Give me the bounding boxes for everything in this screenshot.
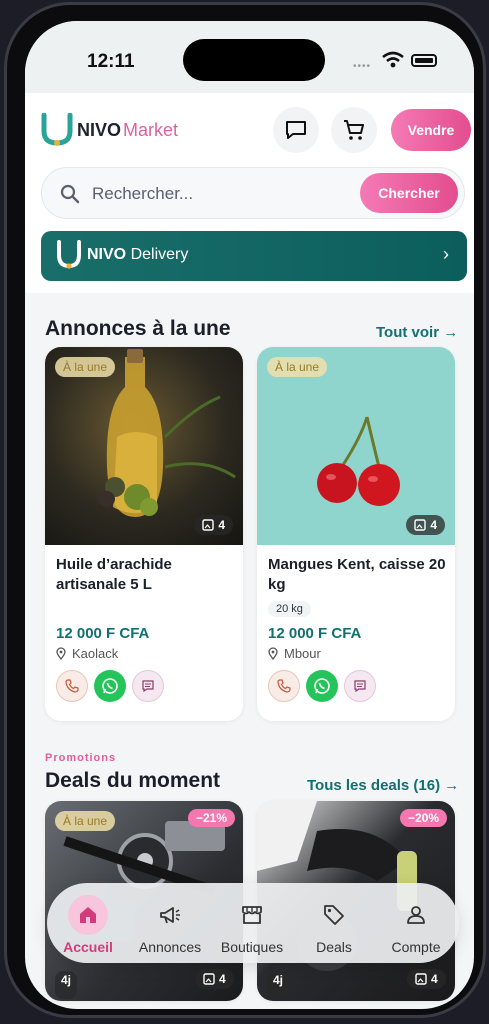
- nivo-logo-icon: [41, 113, 73, 146]
- megaphone-icon: [150, 895, 190, 935]
- cart-icon: [344, 120, 364, 140]
- battery-icon: [411, 54, 437, 67]
- gallery-icon: [414, 519, 427, 531]
- promotions-label: Promotions: [45, 752, 117, 764]
- featured-badge: À la une: [55, 811, 116, 831]
- tab-label: Accueil: [63, 939, 113, 955]
- listing-price: 12 000 F CFA: [56, 625, 150, 642]
- nivo-delivery-banner[interactable]: NIVO Delivery ›: [41, 231, 467, 281]
- cart-button[interactable]: [331, 107, 377, 153]
- search-button[interactable]: Chercher: [360, 173, 458, 213]
- deals-see-all-link[interactable]: Tous les deals (16) →: [307, 777, 459, 794]
- gallery-icon: [203, 973, 215, 985]
- whatsapp-icon: [102, 678, 118, 694]
- featured-badge: À la une: [55, 357, 116, 377]
- tab-accueil[interactable]: Accueil: [47, 883, 129, 963]
- photo-count-badge: 4: [406, 515, 445, 535]
- listing-image-cherries: À la une 4: [257, 347, 455, 545]
- chat-icon: [286, 121, 306, 139]
- location-pin-icon: [56, 647, 66, 660]
- deal-age-badge: 4j: [267, 971, 290, 999]
- search-bar[interactable]: Rechercher... Chercher: [41, 167, 465, 219]
- tab-label: Annonces: [138, 939, 202, 955]
- whatsapp-button[interactable]: [94, 670, 126, 702]
- tab-deals[interactable]: Deals: [293, 883, 375, 963]
- signal-icon: ••••: [353, 61, 372, 72]
- call-button[interactable]: [268, 670, 300, 702]
- message-icon: [142, 680, 154, 693]
- store-icon: [232, 895, 272, 935]
- tag-icon: [314, 895, 354, 935]
- tab-compte[interactable]: Compte: [375, 883, 457, 963]
- deals-section-title: Deals du moment: [45, 769, 221, 792]
- listing-location: Mbour: [268, 646, 321, 661]
- home-icon: [68, 895, 108, 935]
- photo-count-badge: 4: [194, 515, 233, 535]
- logo-nivo-text: NIVO: [77, 119, 122, 140]
- listing-card[interactable]: À la une 4 Mangues Kent, caisse 20 kg 20…: [257, 347, 455, 721]
- app-screen: 12:11 •••• NIVO Market Vendre Rechercher…: [25, 21, 474, 1009]
- deal-age-badge: 4j: [55, 971, 78, 999]
- photo-count-badge: 4: [407, 969, 446, 989]
- delivery-label: NIVO Delivery: [87, 246, 189, 263]
- whatsapp-button[interactable]: [306, 670, 338, 702]
- nivo-logo-icon: [57, 240, 81, 269]
- listing-image-oil: À la une 4: [45, 347, 243, 545]
- messages-button[interactable]: [273, 107, 319, 153]
- phone-icon: [277, 679, 291, 693]
- listing-location: Kaolack: [56, 646, 118, 661]
- app-header: NIVO Market Vendre Rechercher... Cherche…: [25, 93, 474, 293]
- gallery-icon: [202, 519, 215, 531]
- featured-see-all-link[interactable]: Tout voir →: [376, 324, 458, 341]
- status-bar: 12:11 ••••: [25, 21, 474, 93]
- nivo-market-logo[interactable]: NIVO Market: [39, 113, 178, 147]
- listing-title: Mangues Kent, caisse 20 kg: [268, 556, 446, 593]
- listing-title: Huile d’arachide artisanale 5 L: [56, 556, 172, 593]
- listing-card[interactable]: À la une 4 Huile d’arachide artisanale 5…: [45, 347, 243, 721]
- discount-badge: −21%: [187, 809, 235, 827]
- wifi-icon: [382, 51, 404, 68]
- status-time: 12:11: [87, 51, 135, 72]
- featured-section-title: Annonces à la une: [45, 317, 231, 340]
- tab-label: Deals: [316, 939, 352, 955]
- tab-label: Compte: [391, 939, 441, 955]
- discount-badge: −20%: [399, 809, 447, 827]
- message-button[interactable]: [344, 670, 376, 702]
- tab-boutiques[interactable]: Boutiques: [211, 883, 293, 963]
- phone-icon: [65, 679, 79, 693]
- message-button[interactable]: [132, 670, 164, 702]
- search-input[interactable]: Rechercher...: [92, 184, 193, 204]
- phone-frame: 12:11 •••• NIVO Market Vendre Rechercher…: [4, 2, 486, 1018]
- chevron-right-icon: ›: [443, 244, 449, 264]
- logo-market-text: Market: [123, 119, 179, 140]
- whatsapp-icon: [314, 678, 330, 694]
- listing-price: 12 000 F CFA: [268, 625, 362, 642]
- user-icon: [396, 895, 436, 935]
- photo-count-badge: 4: [195, 969, 234, 989]
- message-icon: [354, 680, 366, 693]
- tab-annonces[interactable]: Annonces: [129, 883, 211, 963]
- call-button[interactable]: [56, 670, 88, 702]
- gallery-icon: [415, 973, 427, 985]
- weight-chip: 20 kg: [268, 601, 311, 617]
- featured-badge: À la une: [267, 357, 328, 377]
- sell-button[interactable]: Vendre: [391, 109, 471, 151]
- search-icon: [60, 184, 80, 204]
- location-pin-icon: [268, 647, 278, 660]
- dynamic-island: [183, 39, 325, 81]
- tab-label: Boutiques: [220, 939, 284, 955]
- bottom-tab-bar: Accueil Annonces Boutiques Deals Compte: [47, 883, 459, 963]
